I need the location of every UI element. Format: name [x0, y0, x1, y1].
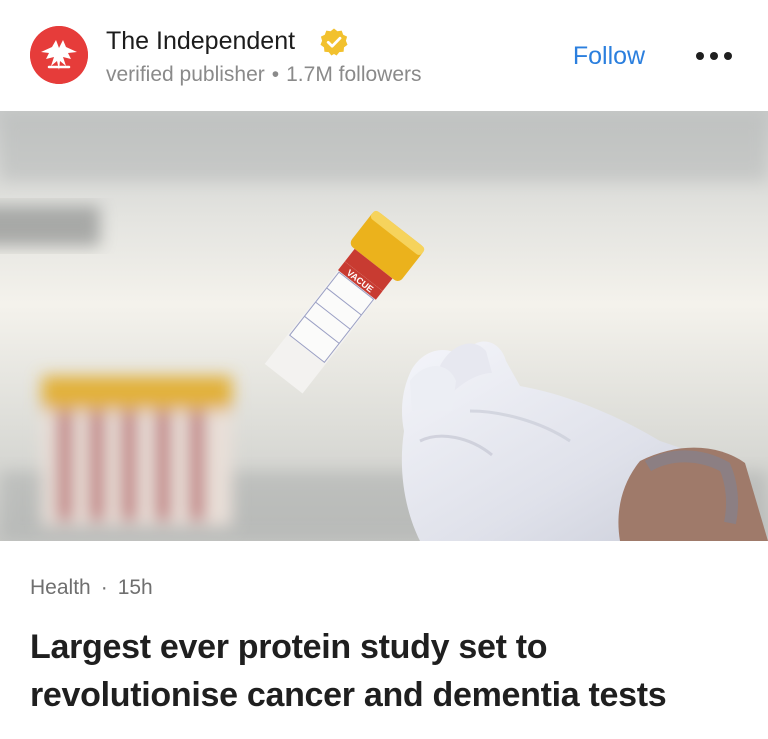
background-tubes [42, 376, 232, 526]
article-age: 15h [117, 576, 153, 599]
more-options-button[interactable] [690, 38, 738, 74]
follower-count: 1.7M followers [286, 63, 422, 86]
meta-separator: • [271, 63, 280, 86]
article-headline[interactable]: Largest ever protein study set to revolu… [30, 623, 750, 719]
article-category[interactable]: Health [30, 576, 91, 599]
publisher-header: The Independent verified publisher • 1.7M … [0, 0, 768, 111]
meta-dot: · [100, 576, 108, 599]
publisher-status: verified publisher [106, 63, 265, 86]
publisher-name[interactable]: The Independent [106, 25, 295, 57]
eagle-icon [30, 26, 88, 84]
more-horizontal-icon [696, 52, 732, 60]
follow-button[interactable]: Follow [560, 38, 658, 74]
article-hero-image[interactable]: VACUE [0, 111, 768, 541]
publisher-logo[interactable] [30, 26, 88, 84]
publisher-meta: verified publisher • 1.7M followers [106, 61, 422, 89]
blood-sample-photo: VACUE [0, 111, 768, 541]
verified-badge-icon [319, 27, 349, 57]
article-meta: Health · 15h [30, 574, 153, 602]
